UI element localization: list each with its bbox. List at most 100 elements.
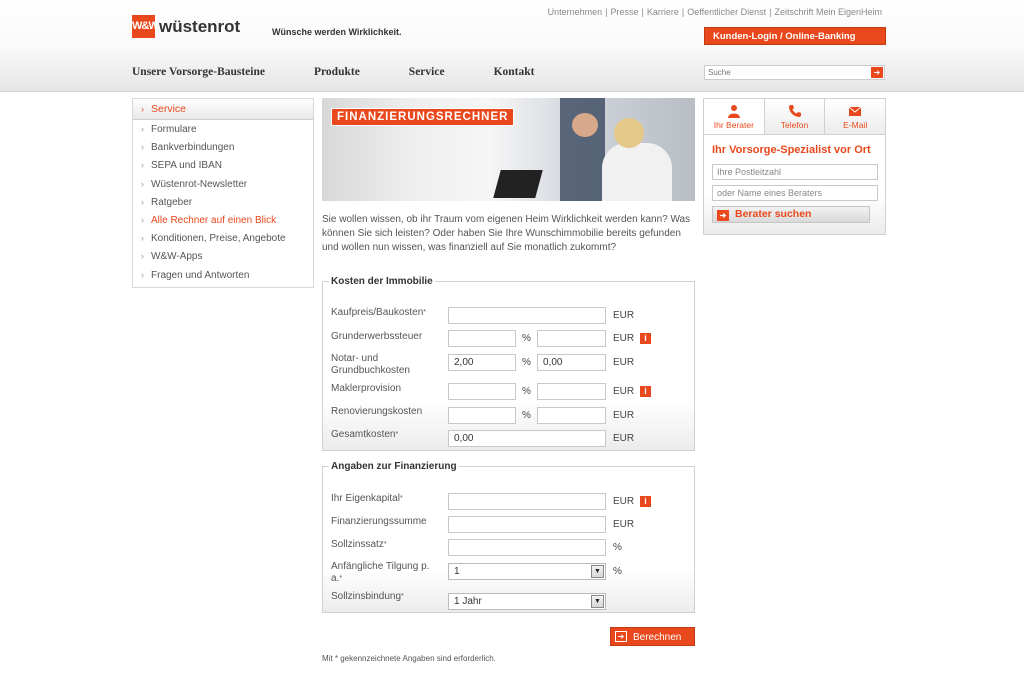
- tilgung-unit: %: [613, 566, 622, 577]
- notar-unit: EUR: [613, 357, 635, 368]
- toplink-karriere[interactable]: Karriere: [647, 7, 679, 17]
- finanzierung-fieldset: Angaben zur Finanzierung Ihr Eigenkapita…: [322, 461, 695, 613]
- sollzins-unit: %: [613, 542, 622, 553]
- sollzins-label: Sollzinssatz: [331, 539, 384, 550]
- renovierung-pct-input[interactable]: [448, 407, 516, 424]
- chevron-right-icon: ›: [141, 269, 144, 280]
- sidebar-item-bankverbindungen[interactable]: › Bankverbindungen: [133, 138, 313, 156]
- tilgung-select[interactable]: 1 ▼: [448, 563, 606, 580]
- arrow-right-icon: ➜: [615, 631, 627, 642]
- info-icon[interactable]: i: [640, 386, 651, 397]
- grunderwerb-label: Grunderwerbssteuer: [331, 331, 423, 342]
- makler-unit: EUR: [613, 386, 635, 397]
- tab-email[interactable]: E-Mail: [824, 99, 886, 134]
- makler-pct-unit: %: [522, 386, 531, 397]
- sidebar-item-newsletter[interactable]: › Wüstenrot-Newsletter: [133, 175, 313, 193]
- login-button[interactable]: Kunden-Login / Online-Banking: [704, 27, 886, 45]
- chevron-right-icon: ›: [141, 196, 144, 207]
- sidebar-item-alle-rechner[interactable]: › Alle Rechner auf einen Blick: [133, 211, 313, 229]
- gesamt-label: Gesamtkosten: [331, 429, 396, 440]
- makler-label: Maklerprovision: [331, 383, 402, 394]
- notar-eur-input[interactable]: 0,00: [537, 354, 606, 371]
- kaufpreis-unit: EUR: [613, 310, 635, 321]
- tilgung-label: Anfängliche Tilgung p. a.: [331, 561, 430, 584]
- grunderwerb-pct-unit: %: [522, 333, 531, 344]
- toplink-oeffentlicher-dienst[interactable]: Oeffentlicher Dienst: [687, 7, 766, 17]
- chevron-right-icon: ›: [141, 214, 144, 225]
- berater-title: Ihr Vorsorge-Spezialist vor Ort: [712, 144, 871, 156]
- sidebar-item-sepa[interactable]: › SEPA und IBAN: [133, 156, 313, 174]
- mail-icon: [848, 106, 862, 116]
- renovierung-label: Renovierungskosten: [331, 406, 423, 417]
- toplink-zeitschrift[interactable]: Zeitschrift Mein EigenHeim: [774, 7, 882, 17]
- gesamt-input[interactable]: 0,00: [448, 430, 606, 447]
- dropdown-arrow-icon[interactable]: ▼: [591, 595, 604, 608]
- summe-input[interactable]: [448, 516, 606, 533]
- eigenkapital-label: Ihr Eigenkapital: [331, 493, 400, 504]
- renovierung-eur-input[interactable]: [537, 407, 606, 424]
- chevron-right-icon: ›: [141, 104, 144, 114]
- intro-text: Sie wollen wissen, ob ihr Traum vom eige…: [322, 214, 691, 253]
- plz-input[interactable]: Ihre Postleitzahl: [712, 164, 878, 180]
- sollzins-input[interactable]: [448, 539, 606, 556]
- bindung-label: Sollzinsbindung: [331, 591, 402, 602]
- chevron-right-icon: ›: [141, 142, 144, 153]
- sidebar-item-ratgeber[interactable]: › Ratgeber: [133, 193, 313, 211]
- makler-pct-input[interactable]: [448, 383, 516, 400]
- summe-label: Finanzierungssumme: [331, 516, 427, 527]
- berater-name-input[interactable]: oder Name eines Beraters: [712, 185, 878, 201]
- grunderwerb-unit: EUR: [613, 333, 635, 344]
- nav-vorsorge-bausteine[interactable]: Unsere Vorsorge-Bausteine: [132, 66, 265, 78]
- chevron-right-icon: ›: [141, 178, 144, 189]
- sidebar-item-faq[interactable]: › Fragen und Antworten: [133, 266, 313, 284]
- notar-pct-input[interactable]: 2,00: [448, 354, 516, 371]
- notar-label: Notar- und Grundbuchkosten: [331, 353, 410, 376]
- phone-icon: [788, 105, 801, 117]
- grunderwerb-eur-input[interactable]: [537, 330, 606, 347]
- toplink-presse[interactable]: Presse: [611, 7, 639, 17]
- eigenkapital-input[interactable]: [448, 493, 606, 510]
- sidebar-item-konditionen[interactable]: › Konditionen, Preise, Angebote: [133, 229, 313, 247]
- finanzierung-legend: Angaben zur Finanzierung: [331, 461, 457, 472]
- sidebar-item-apps[interactable]: › W&W-Apps: [133, 247, 313, 265]
- banner-image: FINANZIERUNGSRECHNER: [322, 98, 695, 201]
- bindung-select[interactable]: 1 Jahr ▼: [448, 593, 606, 610]
- search-input[interactable]: [705, 66, 865, 79]
- info-icon[interactable]: i: [640, 333, 651, 344]
- sidebar: › Service › Formulare › Bankverbindungen › S…: [132, 98, 314, 288]
- makler-eur-input[interactable]: [537, 383, 606, 400]
- toplink-unternehmen[interactable]: Unternehmen: [548, 7, 603, 17]
- required-footnote: Mit * gekennzeichnete Angaben sind erfor…: [322, 654, 496, 663]
- top-links: Unternehmen | Presse | Karriere | Oeffentliche…: [547, 7, 882, 17]
- slogan: Wünsche werden Wirklichkeit.: [272, 27, 402, 37]
- summe-unit: EUR: [613, 519, 635, 530]
- tab-telefon[interactable]: Telefon: [763, 99, 825, 134]
- nav-kontakt[interactable]: Kontakt: [494, 66, 535, 78]
- gesamt-unit: EUR: [613, 433, 635, 444]
- grunderwerb-pct-input[interactable]: [448, 330, 516, 347]
- banner-title: FINANZIERUNGSRECHNER: [331, 108, 515, 126]
- dropdown-arrow-icon[interactable]: ▼: [591, 565, 604, 578]
- kaufpreis-input[interactable]: [448, 307, 606, 324]
- chevron-right-icon: ›: [141, 251, 144, 262]
- search-box: ➜: [704, 65, 885, 80]
- berater-tabs: Ihr Berater Telefon E-Mail: [704, 99, 886, 135]
- info-icon[interactable]: i: [640, 496, 651, 507]
- nav-service[interactable]: Service: [409, 66, 445, 78]
- logo[interactable]: W&W wüstenrot: [132, 15, 240, 38]
- chevron-right-icon: ›: [141, 124, 144, 134]
- sidebar-item-service[interactable]: › Service: [133, 99, 313, 120]
- berater-suchen-button[interactable]: ➜ Berater suchen: [712, 206, 870, 223]
- berechnen-button[interactable]: ➜ Berechnen: [610, 627, 695, 646]
- arrow-right-icon[interactable]: ➜: [871, 67, 883, 78]
- notar-pct-unit: %: [522, 357, 531, 368]
- berater-panel: Ihr Berater Telefon E-Mail Ihr Vorsorge-…: [703, 98, 886, 235]
- immobilie-legend: Kosten der Immobilie: [331, 276, 433, 287]
- renovierung-unit: EUR: [613, 410, 635, 421]
- tab-ihr-berater[interactable]: Ihr Berater: [704, 99, 764, 134]
- sidebar-item-formulare[interactable]: › Formulare: [133, 120, 313, 138]
- chevron-right-icon: ›: [141, 233, 144, 244]
- renovierung-pct-unit: %: [522, 410, 531, 421]
- nav-produkte[interactable]: Produkte: [314, 66, 360, 78]
- main-nav: Unsere Vorsorge-Bausteine Produkte Servi…: [132, 66, 583, 78]
